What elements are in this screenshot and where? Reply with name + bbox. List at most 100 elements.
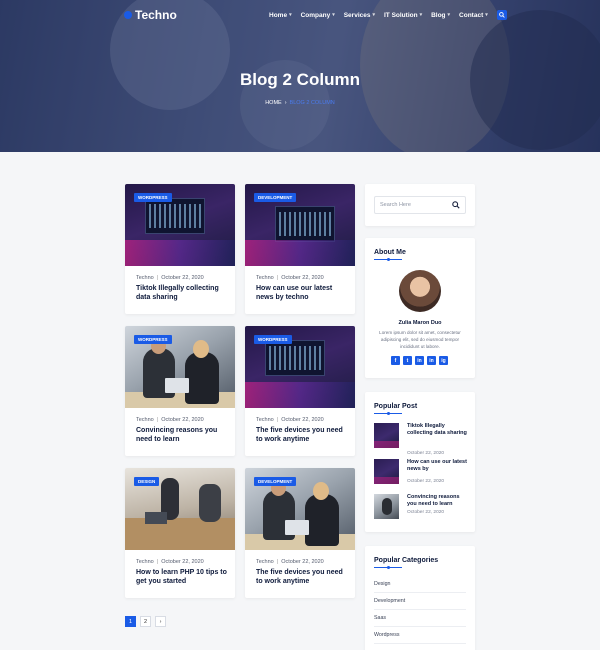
category-label: Saas [374, 615, 387, 621]
post-card[interactable]: DESIGN Techno | October 22, 2020 How to le… [125, 468, 235, 598]
nav-item-home[interactable]: Home ▾ [269, 12, 292, 19]
search-icon [498, 12, 505, 18]
post-title[interactable]: The five devices you need to work anytim… [256, 569, 348, 587]
social-links: f t in in ig [391, 356, 448, 365]
nav-label: Services [343, 11, 371, 19]
category-label: Design [374, 581, 391, 587]
post-author[interactable]: Techno [136, 559, 154, 565]
category-label: Wordpress [374, 632, 400, 638]
widget-title: About Me [374, 249, 406, 256]
nav-search-button[interactable] [496, 10, 507, 20]
popular-posts-widget: Popular Post Tiktok Illegally collecting… [365, 392, 475, 532]
category-item[interactable]: Development [374, 593, 466, 610]
nav-item-contact[interactable]: Contact ▾ [459, 12, 488, 19]
main-nav: Home ▾ Company ▾ Services ▾ IT Solution ▾ Bl… [269, 10, 507, 20]
site-logo[interactable]: Techno [124, 8, 177, 22]
post-category-badge[interactable]: WORDPRESS [134, 335, 172, 344]
breadcrumb-home[interactable]: HOME [265, 100, 282, 106]
category-item[interactable]: Design [374, 576, 466, 593]
post-author[interactable]: Techno [256, 275, 274, 281]
author-name: Zulia Maron Duo [398, 320, 442, 326]
nav-item-it-solution[interactable]: IT Solution ▾ [384, 12, 422, 19]
post-meta: Techno | October 22, 2020 [256, 559, 324, 565]
nav-item-blog[interactable]: Blog ▾ [431, 12, 450, 19]
post-title[interactable]: How can use our latest news by techno [256, 285, 348, 303]
popular-post-thumbnail[interactable] [374, 423, 399, 448]
sidebar-search [374, 196, 466, 214]
post-author[interactable]: Techno [256, 417, 274, 423]
next-page-button[interactable]: › [155, 616, 166, 627]
post-card[interactable]: WORDPRESS Techno | October 22, 2020 Tiktok… [125, 184, 235, 314]
linkedin-icon[interactable]: in [427, 356, 436, 365]
page-header: Techno Home ▾ Company ▾ Services ▾ IT Solut… [0, 0, 600, 152]
popular-post-date: October 22, 2020 [407, 451, 445, 456]
category-item[interactable]: Wordpress [374, 627, 466, 644]
post-card[interactable]: DEVELOPMENT Techno | October 22, 2020 How … [245, 184, 355, 314]
chevron-down-icon: ▾ [332, 12, 335, 18]
post-date: October 22, 2020 [281, 559, 324, 565]
post-card[interactable]: WORDPRESS Techno | October 22, 2020 Convin… [125, 326, 235, 456]
search-icon[interactable] [452, 201, 460, 209]
post-category-badge[interactable]: DEVELOPMENT [254, 193, 297, 202]
category-label: Development [374, 598, 406, 604]
post-meta: Techno | October 22, 2020 [136, 559, 204, 565]
author-bio: Lorem ipsum dolor sit amet, consectetur … [379, 330, 461, 349]
popular-post-title[interactable]: Tiktok Illegally collecting data sharing [407, 423, 467, 437]
page-1-button[interactable]: 1 [125, 616, 136, 627]
nav-item-services[interactable]: Services ▾ [344, 12, 375, 19]
popular-post-date: October 22, 2020 [407, 479, 445, 484]
post-date: October 22, 2020 [281, 417, 324, 423]
popular-post-item[interactable]: Tiktok Illegally collecting data sharing… [374, 423, 469, 456]
popular-post-thumbnail[interactable] [374, 494, 399, 519]
twitter-icon[interactable]: t [403, 356, 412, 365]
chevron-down-icon: ▾ [419, 12, 423, 18]
post-author[interactable]: Techno [256, 559, 274, 565]
title-divider [374, 412, 402, 415]
popular-post-title[interactable]: How can use our latest news by [407, 459, 467, 473]
nav-item-company[interactable]: Company ▾ [301, 12, 335, 19]
logo-text: Techno [135, 8, 177, 22]
post-card[interactable]: WORDPRESS Techno | October 22, 2020 The fi… [245, 326, 355, 456]
popular-post-item[interactable]: How can use our latest news by October 2… [374, 459, 469, 485]
avatar [399, 270, 441, 312]
nav-label: Company [300, 11, 331, 19]
instagram-icon[interactable]: ig [439, 356, 448, 365]
post-title[interactable]: The five devices you need to work anytim… [256, 427, 348, 445]
post-category-badge[interactable]: DEVELOPMENT [254, 477, 297, 486]
category-item[interactable]: Saas [374, 610, 466, 627]
widget-title: Popular Post [374, 403, 418, 410]
breadcrumb: HOME › BLOG 2 COLUMN [0, 100, 600, 106]
title-divider [374, 566, 402, 569]
breadcrumb-separator: › [284, 100, 287, 106]
nav-label: Blog [431, 11, 446, 19]
pagination: 1 2 › [125, 616, 166, 627]
post-author[interactable]: Techno [136, 275, 154, 281]
post-title[interactable]: Convincing reasons you need to learn [136, 427, 228, 445]
search-widget [365, 184, 475, 226]
chevron-down-icon: ▾ [447, 12, 451, 18]
post-meta: Techno | October 22, 2020 [136, 417, 204, 423]
page-title: Blog 2 Column [240, 70, 360, 89]
post-title[interactable]: Tiktok Illegally collecting data sharing [136, 285, 228, 303]
post-category-badge[interactable]: DESIGN [134, 477, 160, 486]
post-title[interactable]: How to learn PHP 10 tips to get you star… [136, 569, 228, 587]
post-category-badge[interactable]: WORDPRESS [134, 193, 172, 202]
post-date: October 22, 2020 [161, 417, 204, 423]
post-meta: Techno | October 22, 2020 [256, 275, 324, 281]
post-author[interactable]: Techno [136, 417, 154, 423]
popular-post-item[interactable]: Convincing reasons you need to learn Oct… [374, 494, 469, 520]
breadcrumb-current: BLOG 2 COLUMN [289, 100, 335, 106]
popular-post-thumbnail[interactable] [374, 459, 399, 484]
popular-post-title[interactable]: Convincing reasons you need to learn [407, 494, 467, 508]
post-card[interactable]: DEVELOPMENT Techno | October 22, 2020 The … [245, 468, 355, 598]
post-category-badge[interactable]: WORDPRESS [254, 335, 292, 344]
nav-label: Home [269, 11, 288, 19]
chevron-down-icon: ▾ [372, 12, 375, 18]
page-2-button[interactable]: 2 [140, 616, 151, 627]
facebook-icon[interactable]: f [391, 356, 400, 365]
post-date: October 22, 2020 [161, 559, 204, 565]
search-input[interactable] [375, 197, 451, 213]
post-date: October 22, 2020 [161, 275, 204, 281]
linkedin-icon[interactable]: in [415, 356, 424, 365]
popular-post-date: October 22, 2020 [407, 510, 445, 515]
